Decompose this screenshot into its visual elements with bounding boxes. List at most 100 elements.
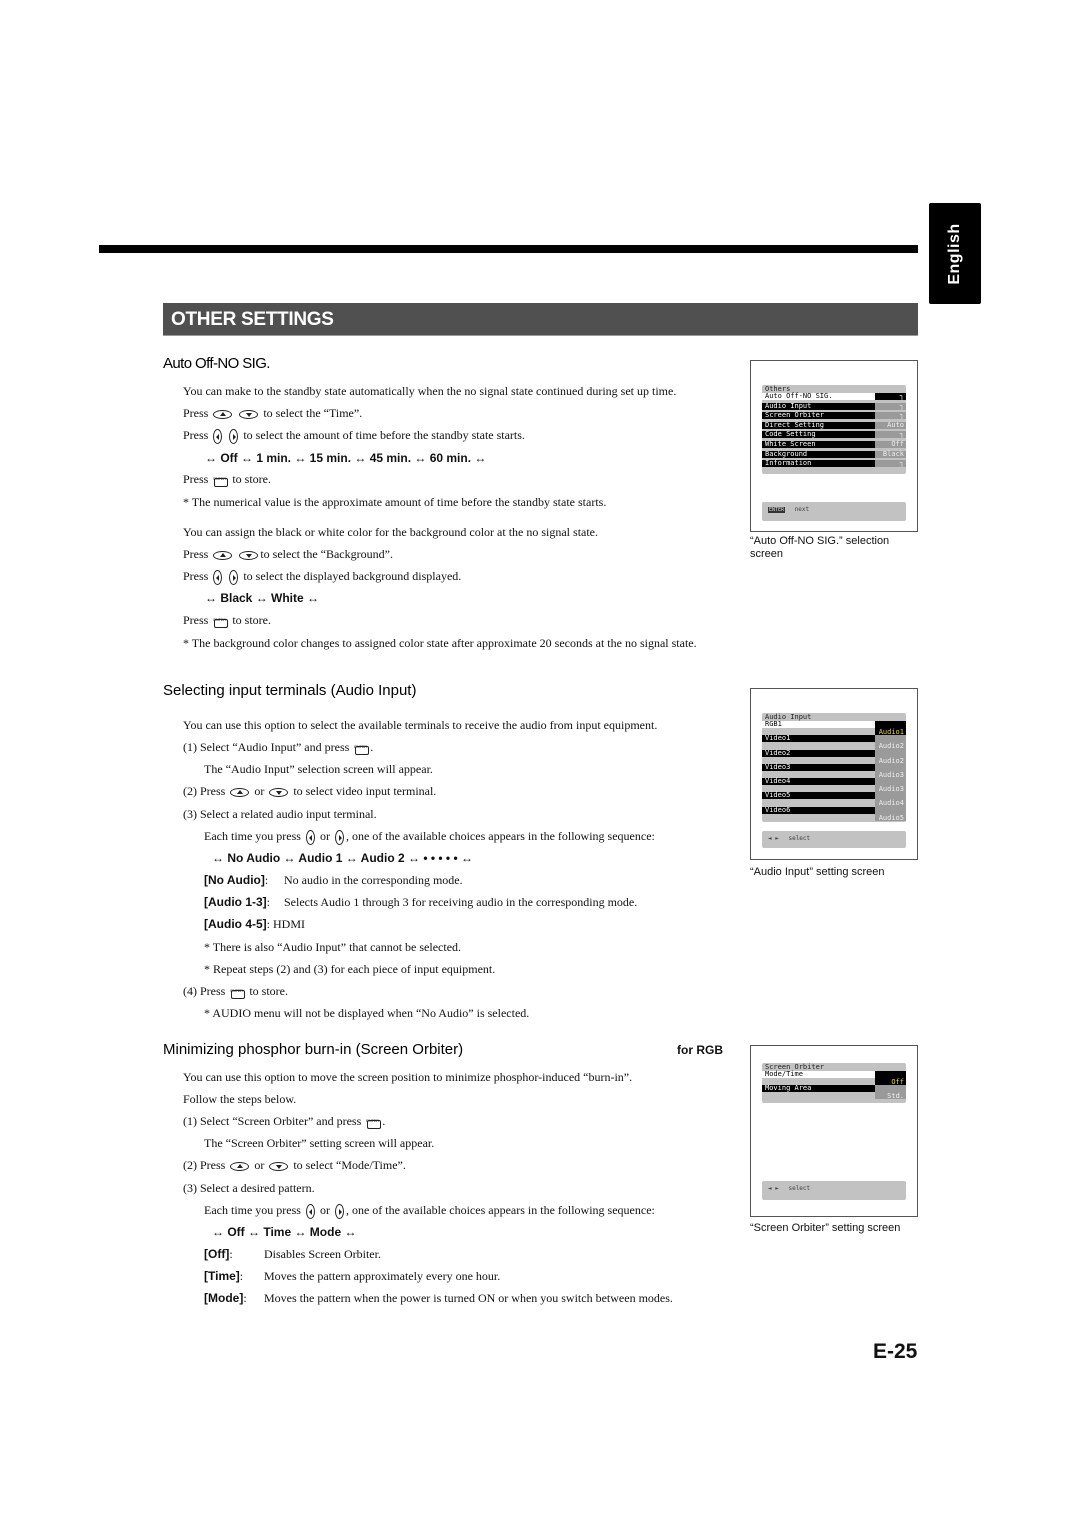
audio-step-3-each: Each time you press or , one of the avai… <box>204 829 655 845</box>
osd-row-label: Audio Input <box>762 402 875 410</box>
osd-row-label: Video4 <box>762 778 875 786</box>
up-button-icon <box>213 550 233 560</box>
orbiter-step-3: (3) Select a desired pattern. <box>183 1181 315 1195</box>
enter-button-icon <box>230 984 246 1000</box>
osd-row-value: ┐ <box>875 460 906 468</box>
definition-desc: No audio in the corresponding mode. <box>284 873 463 887</box>
step-text: to store. <box>232 613 272 627</box>
definition-desc: HDMI <box>273 917 305 931</box>
audio-input-heading: Selecting input terminals (Audio Input) <box>163 682 417 699</box>
osd-row-label: Video6 <box>762 806 875 814</box>
or-label: or <box>254 1158 265 1172</box>
osd-row-value: Off <box>875 440 906 448</box>
section-banner: OTHER SETTINGS <box>163 303 918 336</box>
osd-menu-row[interactable]: Video2 Audio2 <box>762 749 906 765</box>
osd-menu-row[interactable]: Video4 Audio3 <box>762 778 906 793</box>
step-text: Select “Audio Input” and press <box>200 740 350 754</box>
definition-term: [No Audio] <box>204 873 265 887</box>
time-sequence: ↔ Off ↔ 1 min. ↔ 15 min. ↔ 45 min. ↔ 60 … <box>205 451 487 465</box>
or-label: or <box>319 1203 330 1217</box>
left-button-icon <box>213 428 223 444</box>
enter-button-icon <box>213 613 229 629</box>
definition-term: [Audio 4-5] <box>204 917 267 931</box>
definition-colon: : <box>266 895 271 909</box>
osd-row-value: Audio1 <box>875 721 906 736</box>
orbiter-step-1: (1) Select “Screen Orbiter” and press . <box>183 1114 385 1130</box>
audio-input-figure-caption: “Audio Input” setting screen <box>750 866 885 878</box>
step-text: Select “Screen Orbiter” and press <box>200 1114 362 1128</box>
step-text: Each time you press <box>204 1203 301 1217</box>
step-text: to select the displayed background displ… <box>243 569 462 583</box>
left-button-icon <box>213 569 223 585</box>
left-button-icon <box>305 829 315 845</box>
osd-row-value: ┐ <box>875 393 906 400</box>
orbiter-step-2: (2) Press or to select “Mode/Time”. <box>183 1158 406 1172</box>
osd-row-label: White Screen <box>762 440 875 448</box>
audio-note-2: * Repeat steps (2) and (3) for each piec… <box>204 962 496 976</box>
definition-desc: Selects Audio 1 through 3 for receiving … <box>284 895 638 909</box>
down-button-icon <box>269 787 289 797</box>
auto-off-store: Press to store. <box>183 472 272 488</box>
auto-off-note-2: * The background color changes to assign… <box>183 636 697 650</box>
osd-menu-row[interactable]: RGB1 Audio1 <box>762 721 906 736</box>
orbiter-intro: You can use this option to move the scre… <box>183 1070 633 1084</box>
definition-item: [Time]: Moves the pattern approximately e… <box>204 1269 500 1283</box>
osd-row-label: Video2 <box>762 749 875 757</box>
step-text: to store. <box>249 984 289 998</box>
osd-row-label: Screen Orbiter <box>762 412 875 420</box>
step-text: Select a related audio input terminal. <box>200 807 377 821</box>
press-label: Press <box>200 1158 226 1172</box>
osd-row-label: Code Setting <box>762 431 875 439</box>
osd-row-label: Video1 <box>762 735 875 743</box>
osd-menu-row[interactable]: Video5 Audio4 <box>762 792 906 807</box>
osd-menu-row[interactable]: Video6 Audio5 <box>762 806 906 822</box>
background-intro: You can assign the black or white color … <box>183 525 599 539</box>
osd-row-label: Video5 <box>762 792 875 800</box>
osd-row-value: ┐ <box>875 431 906 439</box>
definition-colon: : <box>264 873 269 887</box>
right-button-icon <box>334 1203 344 1219</box>
osd-row-value: Audio4 <box>875 792 906 807</box>
osd-menu-row[interactable]: Information ┐ <box>762 460 906 470</box>
audio-step-4: (4) Press to store. <box>183 984 289 1000</box>
others-menu-osd: Others Auto Off-NO SIG. ┐ Audio Input ┐ Scre… <box>762 385 906 474</box>
osd-menu-row[interactable]: Video3 Audio3 <box>762 763 906 779</box>
definition-desc: Moves the pattern approximately every on… <box>264 1269 501 1283</box>
screen-orbiter-heading: Minimizing phosphor burn-in (Screen Orbi… <box>163 1041 464 1058</box>
definition-term: [Audio 1-3] <box>204 895 267 909</box>
press-label: Press <box>200 784 226 798</box>
osd-footer: ◄ ► select <box>762 831 906 848</box>
orbiter-step-3-each: Each time you press or , one of the avai… <box>204 1203 655 1219</box>
step-text: to store. <box>232 472 272 486</box>
step-text: to select video input terminal. <box>293 784 437 798</box>
auto-off-intro: You can make to the standby state automa… <box>183 384 677 398</box>
definition-item: [Off]: Disables Screen Orbiter. <box>204 1247 381 1261</box>
screen-orbiter-osd: Screen Orbiter Mode/Time Off Moving Area St… <box>762 1063 906 1103</box>
left-right-arrows-icon: ◄ ► <box>768 1185 779 1192</box>
definition-term: [Off] <box>204 1247 230 1261</box>
osd-title: Audio Input <box>765 713 812 721</box>
press-label: Press <box>183 406 209 420</box>
audio-input-osd: Audio Input RGB1 Audio1 Video1 Audio2 Video2… <box>762 713 906 822</box>
definition-item: [Mode]: Moves the pattern when the power … <box>204 1291 673 1305</box>
auto-off-step-time: Press to select the “Time”. <box>183 406 362 420</box>
audio-step-2: (2) Press or to select video input termi… <box>183 784 436 798</box>
osd-menu-row[interactable]: Moving Area Std. <box>762 1085 906 1100</box>
press-label: Press <box>183 613 209 627</box>
orbiter-sequence: ↔ Off ↔ Time ↔ Mode ↔ <box>212 1225 357 1239</box>
osd-footer-text: next <box>794 506 810 513</box>
up-button-icon <box>230 787 250 797</box>
osd-row-value: ┐ <box>875 412 906 420</box>
up-button-icon <box>213 409 233 419</box>
osd-menu-row[interactable]: Video1 Audio2 <box>762 735 906 750</box>
definition-term: [Mode] <box>204 1291 244 1305</box>
down-button-icon <box>239 409 259 419</box>
down-button-icon <box>269 1161 289 1171</box>
osd-menu-row[interactable]: Mode/Time Off <box>762 1071 906 1086</box>
step-text: Select a desired pattern. <box>200 1181 315 1195</box>
screen-orbiter-osd-figure: Screen Orbiter Mode/Time Off Moving Area St… <box>750 1045 918 1217</box>
or-label: or <box>319 829 330 843</box>
language-tab-label: English <box>946 222 963 285</box>
orbiter-follow: Follow the steps below. <box>183 1092 297 1106</box>
definition-colon: : <box>229 1247 233 1261</box>
